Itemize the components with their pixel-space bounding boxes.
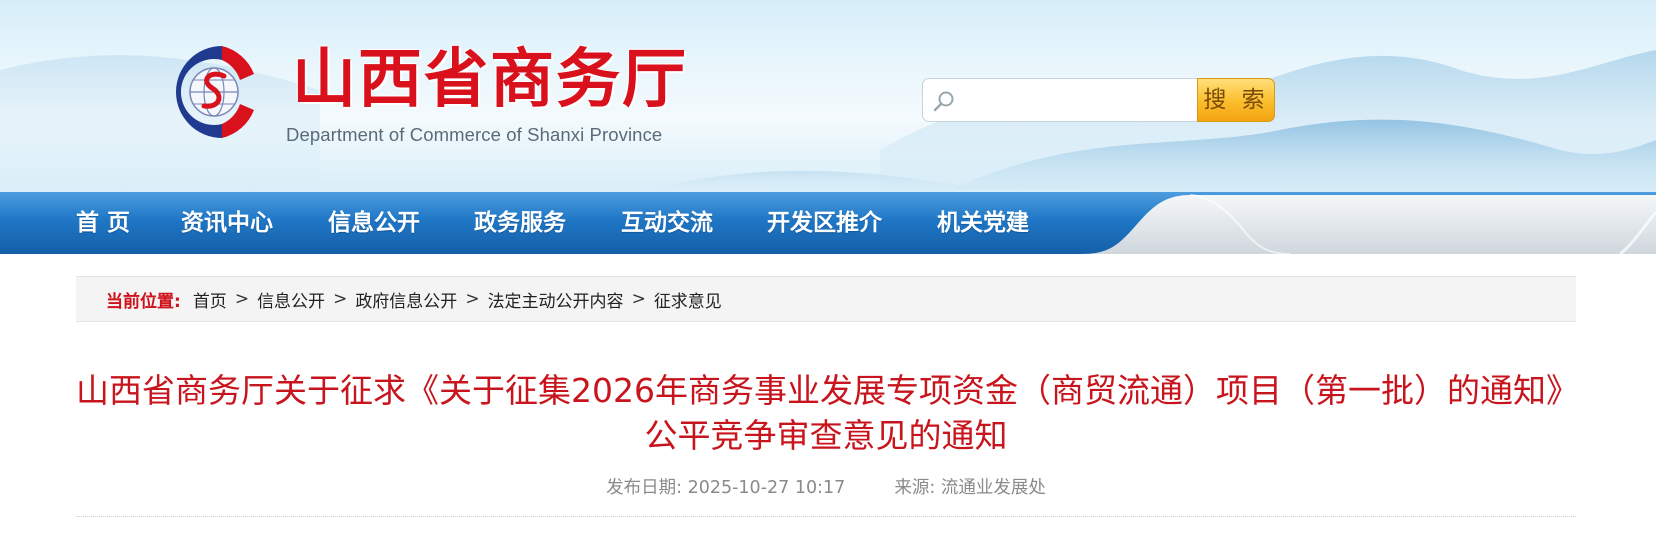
article-title-line-1: 山西省商务厅关于征求《关于征集2026年商务事业发展专项资金（商贸流通）项目（第… — [76, 371, 1579, 410]
divider — [76, 516, 1576, 517]
article-meta: 发布日期: 2025-10-27 10:17 来源: 流通业发展处 — [76, 474, 1576, 499]
breadcrumb-separator: > — [465, 289, 480, 309]
article-title-line-2: 公平竞争审查意见的通知 — [644, 416, 1008, 455]
search-box — [922, 78, 1198, 122]
site-title: 山西省商务厅 — [292, 42, 688, 117]
breadcrumb-item-home[interactable]: 首页 — [193, 287, 227, 312]
breadcrumb-item-solicit-opinions[interactable]: 征求意见 — [654, 287, 722, 312]
site-header: 山西省商务厅 Department of Commerce of Shanxi … — [0, 0, 1656, 192]
breadcrumb: 当前位置: 首页 > 信息公开 > 政府信息公开 > 法定主动公开内容 > 征求… — [76, 276, 1576, 322]
source-label: 来源: — [894, 478, 936, 498]
breadcrumb-separator: > — [333, 289, 348, 309]
globe-s-emblem-icon — [176, 46, 254, 138]
breadcrumb-separator: > — [631, 289, 646, 309]
breadcrumb-item-gov-info-disclosure[interactable]: 政府信息公开 — [355, 287, 457, 312]
breadcrumb-item-statutory-content[interactable]: 法定主动公开内容 — [488, 287, 624, 312]
nav-item-interaction[interactable]: 互动交流 — [621, 192, 713, 254]
nav-item-news-center[interactable]: 资讯中心 — [181, 192, 273, 254]
article-title: 山西省商务厅关于征求《关于征集2026年商务事业发展专项资金（商贸流通）项目（第… — [76, 368, 1579, 458]
main-navigation: 首 页 资讯中心 信息公开 政务服务 互动交流 开发区推介 机关党建 — [0, 192, 1656, 254]
nav-item-home[interactable]: 首 页 — [76, 192, 130, 254]
site-subtitle: Department of Commerce of Shanxi Provinc… — [286, 124, 663, 145]
search-button[interactable]: 搜 索 — [1197, 78, 1275, 122]
publish-date: 2025-10-27 10:17 — [687, 478, 846, 498]
breadcrumb-item-info-disclosure[interactable]: 信息公开 — [257, 287, 325, 312]
search-input[interactable] — [963, 85, 1193, 117]
nav-item-party-building[interactable]: 机关党建 — [937, 192, 1029, 254]
source-value: 流通业发展处 — [940, 478, 1046, 498]
breadcrumb-separator: > — [234, 289, 250, 309]
nav-item-dev-zones[interactable]: 开发区推介 — [767, 192, 882, 254]
breadcrumb-label: 当前位置: — [106, 291, 181, 312]
nav-item-info-disclosure[interactable]: 信息公开 — [328, 192, 420, 254]
nav-item-gov-services[interactable]: 政务服务 — [474, 192, 566, 254]
publish-date-label: 发布日期: — [606, 478, 682, 498]
search-icon — [933, 91, 954, 112]
